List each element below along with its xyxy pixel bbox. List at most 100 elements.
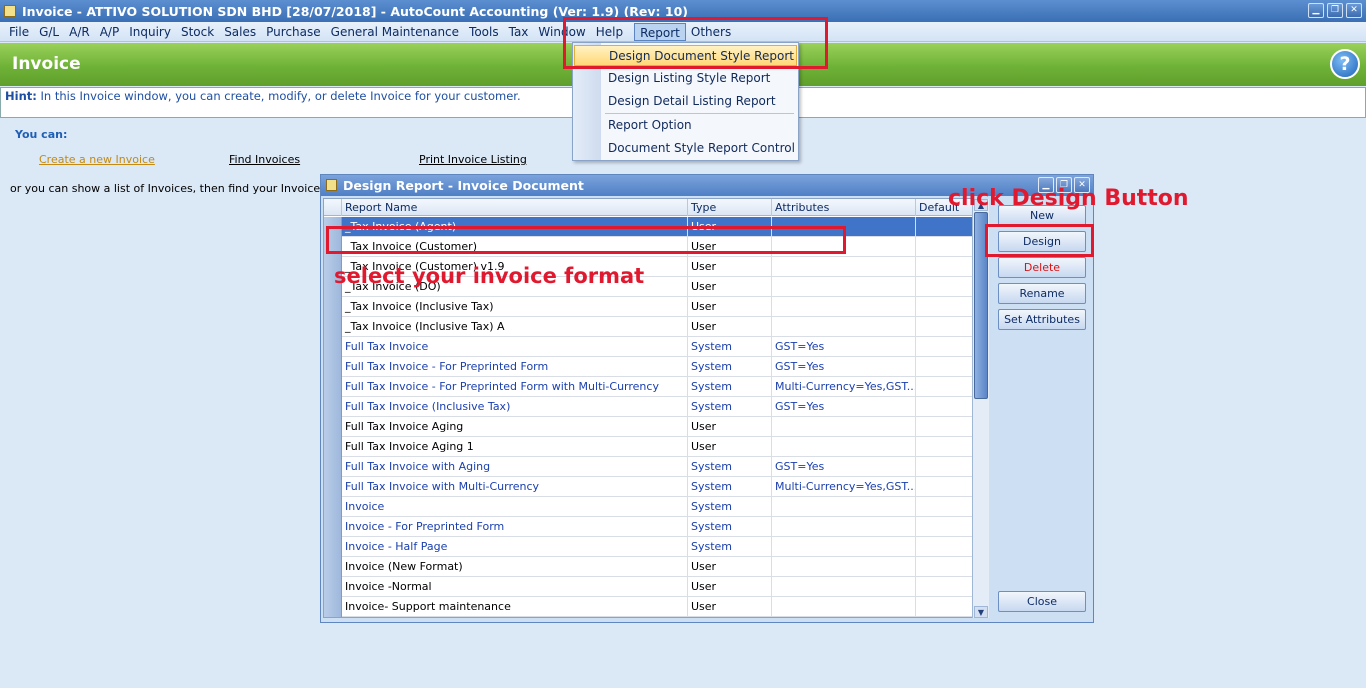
row-selector[interactable] <box>324 397 342 417</box>
default-cell <box>916 257 972 277</box>
report-name-cell: Full Tax Invoice Aging <box>342 417 688 437</box>
menu-design-detail-listing-report[interactable]: Design Detail Listing Report <box>574 91 797 112</box>
list-instruction-text: or you can show a list of Invoices, then… <box>10 182 320 195</box>
close-icon[interactable]: ✕ <box>1346 3 1362 18</box>
table-row[interactable]: Invoice - For Preprinted Form System <box>324 517 972 537</box>
row-selector[interactable] <box>324 577 342 597</box>
attributes-cell <box>772 317 916 337</box>
menu-purchase[interactable]: Purchase <box>261 23 326 41</box>
grid-header: Report Name Type Attributes Default <box>324 199 972 216</box>
row-selector[interactable] <box>324 557 342 577</box>
menu-gl[interactable]: G/L <box>34 23 64 41</box>
menu-general-maintenance[interactable]: General Maintenance <box>326 23 464 41</box>
table-row[interactable]: Full Tax Invoice (Inclusive Tax) System GS… <box>324 397 972 417</box>
close-button[interactable]: Close <box>998 591 1086 612</box>
set-attributes-button[interactable]: Set Attributes <box>998 309 1086 330</box>
report-grid: Report Name Type Attributes Default _Tax… <box>323 198 973 618</box>
menu-tools[interactable]: Tools <box>464 23 504 41</box>
table-row[interactable]: Invoice - Half Page System <box>324 537 972 557</box>
row-selector[interactable] <box>324 417 342 437</box>
attributes-cell <box>772 417 916 437</box>
report-name-cell: Full Tax Invoice (Inclusive Tax) <box>342 397 688 417</box>
grid-scrollbar[interactable]: ▲ ▼ <box>972 199 989 618</box>
type-cell: System <box>688 397 772 417</box>
report-name-cell: Invoice -Normal <box>342 577 688 597</box>
table-row[interactable]: Full Tax Invoice - For Preprinted Form Sy… <box>324 357 972 377</box>
row-selector[interactable] <box>324 337 342 357</box>
row-selector[interactable] <box>324 477 342 497</box>
type-cell: User <box>688 417 772 437</box>
report-name-cell: _Tax Invoice (Inclusive Tax) <box>342 297 688 317</box>
table-row[interactable]: Full Tax Invoice with Aging System GST=Yes <box>324 457 972 477</box>
row-selector[interactable] <box>324 517 342 537</box>
report-name-cell: Invoice (New Format) <box>342 557 688 577</box>
attributes-cell <box>772 277 916 297</box>
hint-text: In this Invoice window, you can create, … <box>40 89 521 103</box>
menu-separator <box>605 113 794 114</box>
dialog-title: Design Report - Invoice Document <box>343 178 584 193</box>
attributes-cell <box>772 557 916 577</box>
select-format-highlight-box <box>326 226 846 254</box>
menu-ar[interactable]: A/R <box>64 23 95 41</box>
report-name-cell: Invoice <box>342 497 688 517</box>
print-invoice-listing-link[interactable]: Print Invoice Listing <box>419 153 527 166</box>
row-selector[interactable] <box>324 537 342 557</box>
type-cell: System <box>688 517 772 537</box>
type-cell: User <box>688 577 772 597</box>
row-selector[interactable] <box>324 357 342 377</box>
restore-icon[interactable]: ❐ <box>1327 3 1343 18</box>
default-cell <box>916 277 972 297</box>
default-cell <box>916 317 972 337</box>
menu-stock[interactable]: Stock <box>176 23 219 41</box>
default-cell <box>916 537 972 557</box>
column-attributes[interactable]: Attributes <box>772 199 916 216</box>
report-name-cell: Invoice - Half Page <box>342 537 688 557</box>
row-selector[interactable] <box>324 597 342 617</box>
row-selector[interactable] <box>324 297 342 317</box>
table-row[interactable]: Full Tax Invoice System GST=Yes <box>324 337 972 357</box>
create-invoice-link[interactable]: Create a new Invoice <box>39 153 155 166</box>
minimize-icon[interactable]: ▁ <box>1308 3 1324 18</box>
menu-tax[interactable]: Tax <box>504 23 534 41</box>
row-selector[interactable] <box>324 377 342 397</box>
table-row[interactable]: Full Tax Invoice Aging User <box>324 417 972 437</box>
row-selector[interactable] <box>324 317 342 337</box>
delete-button[interactable]: Delete <box>998 257 1086 278</box>
table-row[interactable]: Invoice System <box>324 497 972 517</box>
menu-design-listing-style-report[interactable]: Design Listing Style Report <box>574 68 797 89</box>
rename-button[interactable]: Rename <box>998 283 1086 304</box>
row-selector[interactable] <box>324 457 342 477</box>
menu-document-style-report-control[interactable]: Document Style Report Control <box>574 138 797 159</box>
table-row[interactable]: Invoice (New Format) User <box>324 557 972 577</box>
row-selector[interactable] <box>324 497 342 517</box>
scroll-down-icon[interactable]: ▼ <box>974 606 988 618</box>
type-cell: System <box>688 357 772 377</box>
column-report-name[interactable]: Report Name <box>342 199 688 216</box>
table-row[interactable]: Full Tax Invoice Aging 1 User <box>324 437 972 457</box>
menu-sales[interactable]: Sales <box>219 23 261 41</box>
table-row[interactable]: Full Tax Invoice - For Preprinted Form w… <box>324 377 972 397</box>
hint-label: Hint: <box>5 89 37 103</box>
menu-file[interactable]: File <box>4 23 34 41</box>
table-row[interactable]: Full Tax Invoice with Multi-Currency Syst… <box>324 477 972 497</box>
menu-inquiry[interactable]: Inquiry <box>124 23 176 41</box>
type-cell: User <box>688 597 772 617</box>
attributes-cell <box>772 437 916 457</box>
default-cell <box>916 577 972 597</box>
default-cell <box>916 417 972 437</box>
table-row[interactable]: Invoice- Support maintenance User <box>324 597 972 617</box>
table-row[interactable]: _Tax Invoice (Inclusive Tax) A User <box>324 317 972 337</box>
table-row[interactable]: Invoice -Normal User <box>324 577 972 597</box>
help-icon[interactable]: ? <box>1330 49 1360 79</box>
type-cell: System <box>688 477 772 497</box>
default-cell <box>916 457 972 477</box>
report-name-cell: Full Tax Invoice with Aging <box>342 457 688 477</box>
menu-report-option[interactable]: Report Option <box>574 115 797 136</box>
table-row[interactable]: _Tax Invoice (Inclusive Tax) User <box>324 297 972 317</box>
click-design-annotation: click Design Button <box>948 186 1189 211</box>
row-selector[interactable] <box>324 437 342 457</box>
type-cell: System <box>688 457 772 477</box>
column-type[interactable]: Type <box>688 199 772 216</box>
find-invoices-link[interactable]: Find Invoices <box>229 153 300 166</box>
menu-ap[interactable]: A/P <box>95 23 125 41</box>
